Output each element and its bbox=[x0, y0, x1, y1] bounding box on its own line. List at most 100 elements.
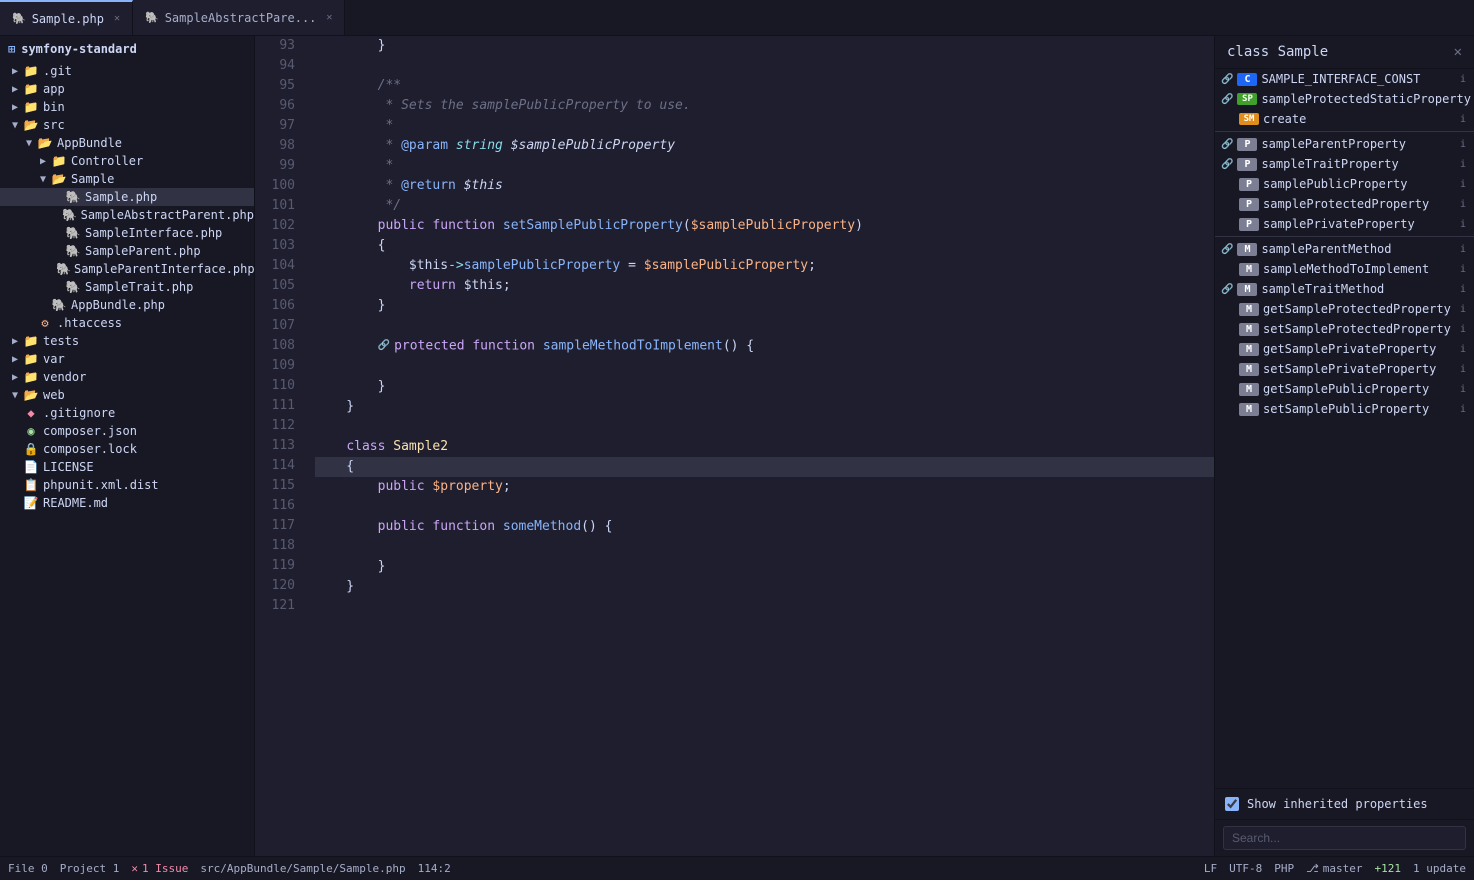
info-gpub[interactable]: i bbox=[1460, 384, 1466, 395]
sidebar-item-git[interactable]: ▶ 📁 .git bbox=[0, 62, 254, 80]
status-changes[interactable]: +121 bbox=[1375, 862, 1402, 875]
struct-item-set-priv[interactable]: M setSamplePrivateProperty i bbox=[1215, 359, 1474, 379]
struct-item-priv-prop[interactable]: P samplePrivateProperty i bbox=[1215, 214, 1474, 234]
badge-privp: P bbox=[1239, 218, 1259, 231]
info-tp[interactable]: i bbox=[1460, 159, 1466, 170]
sidebar-item-web[interactable]: ▼ 📂 web bbox=[0, 386, 254, 404]
main-layout: ⊞ symfony-standard ▶ 📁 .git ▶ 📁 app ▶ 📁 … bbox=[0, 36, 1474, 856]
struct-item-parent-method[interactable]: 🔗 M sampleParentMethod i bbox=[1215, 239, 1474, 259]
info-pp[interactable]: i bbox=[1460, 139, 1466, 150]
status-cursor[interactable]: 114:2 bbox=[418, 862, 451, 875]
struct-item-trait-method[interactable]: 🔗 M sampleTraitMethod i bbox=[1215, 279, 1474, 299]
sidebar: ⊞ symfony-standard ▶ 📁 .git ▶ 📁 app ▶ 📁 … bbox=[0, 36, 255, 856]
struct-item-set-pub[interactable]: M setSamplePublicProperty i bbox=[1215, 399, 1474, 419]
sidebar-item-phpunit-xml[interactable]: ▶ 📋 phpunit.xml.dist bbox=[0, 476, 254, 494]
info-protp[interactable]: i bbox=[1460, 199, 1466, 210]
sidebar-item-composer-lock[interactable]: ▶ 🔒 composer.lock bbox=[0, 440, 254, 458]
status-encoding[interactable]: UTF-8 bbox=[1229, 862, 1262, 875]
folder-icon-app: 📁 bbox=[22, 82, 40, 96]
badge-gpriv: M bbox=[1239, 343, 1259, 356]
sidebar-item-sample-folder[interactable]: ▼ 📂 Sample bbox=[0, 170, 254, 188]
sidebar-item-readme[interactable]: ▶ 📝 README.md bbox=[0, 494, 254, 512]
sidebar-item-sample-parent-interface-php[interactable]: ▶ 🐘 SampleParentInterface.php bbox=[0, 260, 254, 278]
tab-sample-abstract[interactable]: 🐘 SampleAbstractPare... ✕ bbox=[133, 0, 345, 35]
struct-item-set-prot[interactable]: M setSampleProtectedProperty i bbox=[1215, 319, 1474, 339]
tab-close-sample[interactable]: ✕ bbox=[114, 13, 120, 24]
sidebar-item-src[interactable]: ▼ 📂 src bbox=[0, 116, 254, 134]
sidebar-item-sample-interface-php[interactable]: ▶ 🐘 SampleInterface.php bbox=[0, 224, 254, 242]
status-project-count[interactable]: Project 1 bbox=[60, 862, 120, 875]
sidebar-item-sample-abstract-php[interactable]: ▶ 🐘 SampleAbstractParent.php bbox=[0, 206, 254, 224]
show-inherited-label: Show inherited properties bbox=[1247, 797, 1428, 811]
struct-item-prot-prop[interactable]: P sampleProtectedProperty i bbox=[1215, 194, 1474, 214]
right-panel-close[interactable]: ✕ bbox=[1454, 44, 1462, 60]
info-privp[interactable]: i bbox=[1460, 219, 1466, 230]
sidebar-item-license[interactable]: ▶ 📄 LICENSE bbox=[0, 458, 254, 476]
arrow-icon-controller: ▶ bbox=[36, 156, 50, 167]
sidebar-item-composer-json[interactable]: ▶ ◉ composer.json bbox=[0, 422, 254, 440]
tab-close-abstract[interactable]: ✕ bbox=[326, 12, 332, 23]
info-const[interactable]: i bbox=[1460, 74, 1466, 85]
sidebar-item-sample-parent-php[interactable]: ▶ 🐘 SampleParent.php bbox=[0, 242, 254, 260]
badge-pp: P bbox=[1237, 138, 1257, 151]
struct-item-sp[interactable]: 🔗 SP sampleProtectedStaticProperty i bbox=[1215, 89, 1474, 109]
sidebar-item-tests[interactable]: ▶ 📁 tests bbox=[0, 332, 254, 350]
info-mi[interactable]: i bbox=[1460, 264, 1466, 275]
info-spub[interactable]: i bbox=[1460, 404, 1466, 415]
sidebar-item-sample-php[interactable]: ▶ 🐘 Sample.php bbox=[0, 188, 254, 206]
info-spriv[interactable]: i bbox=[1460, 364, 1466, 375]
status-issues[interactable]: ✕ 1 Issue bbox=[131, 862, 188, 875]
info-tm[interactable]: i bbox=[1460, 284, 1466, 295]
struct-item-parent-prop[interactable]: 🔗 P sampleParentProperty i bbox=[1215, 134, 1474, 154]
status-file-count[interactable]: File 0 bbox=[8, 862, 48, 875]
sidebar-item-var[interactable]: ▶ 📁 var bbox=[0, 350, 254, 368]
struct-item-get-pub[interactable]: M getSamplePublicProperty i bbox=[1215, 379, 1474, 399]
sidebar-item-gitignore[interactable]: ▶ ◆ .gitignore bbox=[0, 404, 254, 422]
xml-icon-phpunit: 📋 bbox=[22, 478, 40, 492]
badge-gpub: M bbox=[1239, 383, 1259, 396]
code-container[interactable]: 93 94 95 96 97 98 99 100 101 102 103 104… bbox=[255, 36, 1214, 856]
info-ssp[interactable]: i bbox=[1460, 324, 1466, 335]
folder-icon-web: 📂 bbox=[22, 388, 40, 402]
struct-item-trait-prop[interactable]: 🔗 P sampleTraitProperty i bbox=[1215, 154, 1474, 174]
sidebar-header: ⊞ symfony-standard bbox=[0, 36, 254, 62]
struct-item-public-prop[interactable]: P samplePublicProperty i bbox=[1215, 174, 1474, 194]
status-language[interactable]: PHP bbox=[1274, 862, 1294, 875]
struct-item-sm[interactable]: SM create i bbox=[1215, 109, 1474, 129]
license-icon: 📄 bbox=[22, 460, 40, 474]
struct-item-get-priv[interactable]: M getSamplePrivateProperty i bbox=[1215, 339, 1474, 359]
sidebar-item-bin[interactable]: ▶ 📁 bin bbox=[0, 98, 254, 116]
info-gpriv[interactable]: i bbox=[1460, 344, 1466, 355]
sidebar-item-app[interactable]: ▶ 📁 app bbox=[0, 80, 254, 98]
sidebar-item-appbundle[interactable]: ▼ 📂 AppBundle bbox=[0, 134, 254, 152]
info-pm[interactable]: i bbox=[1460, 244, 1466, 255]
php-tab-icon-2: 🐘 bbox=[145, 11, 159, 24]
info-pubp[interactable]: i bbox=[1460, 179, 1466, 190]
code-line-118 bbox=[315, 537, 1214, 557]
tab-sample-php[interactable]: 🐘 Sample.php ✕ bbox=[0, 0, 133, 35]
info-sm[interactable]: i bbox=[1460, 114, 1466, 125]
status-filepath[interactable]: src/AppBundle/Sample/Sample.php bbox=[200, 862, 405, 875]
status-line-ending[interactable]: LF bbox=[1204, 862, 1217, 875]
right-search-input[interactable] bbox=[1223, 826, 1466, 850]
right-search bbox=[1215, 819, 1474, 856]
show-inherited-checkbox[interactable] bbox=[1225, 797, 1239, 811]
struct-link-tm: 🔗 bbox=[1221, 284, 1233, 295]
arrow-icon-sample-folder: ▼ bbox=[36, 174, 50, 185]
folder-icon-vendor: 📁 bbox=[22, 370, 40, 384]
sidebar-item-sample-trait-php[interactable]: ▶ 🐘 SampleTrait.php bbox=[0, 278, 254, 296]
sidebar-item-htaccess[interactable]: ▶ ⚙ .htaccess bbox=[0, 314, 254, 332]
info-gsp[interactable]: i bbox=[1460, 304, 1466, 315]
struct-item-get-prot[interactable]: M getSampleProtectedProperty i bbox=[1215, 299, 1474, 319]
sidebar-item-vendor[interactable]: ▶ 📁 vendor bbox=[0, 368, 254, 386]
code-line-114: { bbox=[315, 457, 1214, 477]
status-vcs[interactable]: ⎇ master bbox=[1306, 862, 1362, 875]
struct-item-const[interactable]: 🔗 C SAMPLE_INTERFACE_CONST i bbox=[1215, 69, 1474, 89]
struct-item-method-impl[interactable]: M sampleMethodToImplement i bbox=[1215, 259, 1474, 279]
folder-icon-var: 📁 bbox=[22, 352, 40, 366]
folder-icon-src: 📂 bbox=[22, 118, 40, 132]
sidebar-item-controller[interactable]: ▶ 📁 Controller bbox=[0, 152, 254, 170]
sidebar-item-appbundle-php[interactable]: ▶ 🐘 AppBundle.php bbox=[0, 296, 254, 314]
status-updates[interactable]: 1 update bbox=[1413, 862, 1466, 875]
code-line-93: } bbox=[315, 36, 1214, 56]
